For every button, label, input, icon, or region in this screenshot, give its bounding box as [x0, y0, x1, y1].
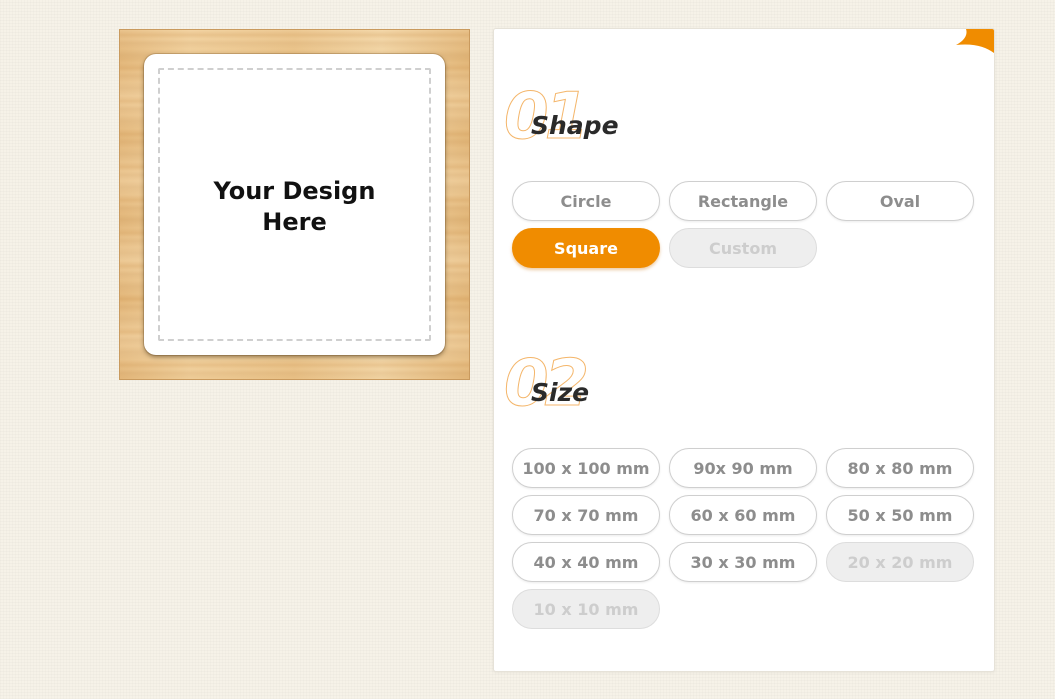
shape-option-rectangle[interactable]: Rectangle: [669, 181, 817, 221]
size-option-70[interactable]: 70 x 70 mm: [512, 495, 660, 535]
design-placeholder-text: Your Design Here: [213, 177, 376, 236]
section-title-shape: Shape: [531, 111, 619, 140]
size-option-90[interactable]: 90x 90 mm: [669, 448, 817, 488]
size-option-10: 10 x 10 mm: [512, 589, 660, 629]
size-option-80[interactable]: 80 x 80 mm: [826, 448, 974, 488]
size-option-50[interactable]: 50 x 50 mm: [826, 495, 974, 535]
shape-options: Circle Rectangle Oval Square Custom: [512, 181, 974, 268]
size-option-20: 20 x 20 mm: [826, 542, 974, 582]
shape-option-oval[interactable]: Oval: [826, 181, 974, 221]
size-options: 100 x 100 mm 90x 90 mm 80 x 80 mm 70 x 7…: [512, 448, 974, 629]
section-title-size: Size: [531, 378, 590, 407]
size-option-40[interactable]: 40 x 40 mm: [512, 542, 660, 582]
shape-option-circle[interactable]: Circle: [512, 181, 660, 221]
size-option-100[interactable]: 100 x 100 mm: [512, 448, 660, 488]
corner-flag-decoration: [956, 29, 994, 53]
shape-option-square[interactable]: Square: [512, 228, 660, 268]
coaster-mockup: Your Design Here: [144, 54, 445, 355]
product-preview: Your Design Here: [119, 29, 470, 380]
options-panel: 01 Shape Circle Rectangle Oval Square Cu…: [493, 28, 995, 672]
size-option-60[interactable]: 60 x 60 mm: [669, 495, 817, 535]
shape-option-custom: Custom: [669, 228, 817, 268]
size-option-30[interactable]: 30 x 30 mm: [669, 542, 817, 582]
